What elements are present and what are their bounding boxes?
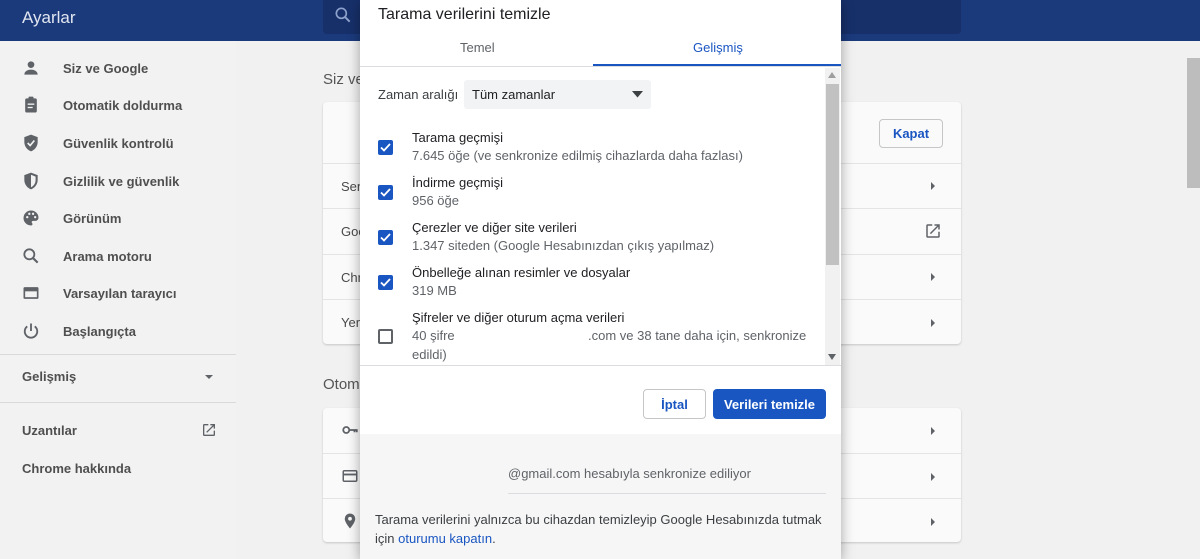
sidebar-advanced-toggle[interactable]: Gelişmiş — [22, 369, 76, 384]
footer-note: Tarama verilerini yalnızca bu cihazdan t… — [375, 510, 830, 548]
sidebar-item-label: Siz ve Google — [63, 60, 149, 76]
sidebar: Siz ve Google Otomatik doldurma Güvenlik… — [0, 41, 236, 559]
credit-card-icon — [342, 470, 358, 482]
checkbox-download-history[interactable] — [378, 185, 393, 200]
time-range-select[interactable]: Tüm zamanlar — [464, 80, 651, 109]
checkmark-icon — [380, 278, 391, 287]
option-subtitle: 319 MB — [412, 283, 457, 298]
open-in-new-icon[interactable] — [924, 222, 942, 240]
sidebar-item-appearance[interactable]: Görünüm — [0, 202, 236, 234]
sidebar-item-label: Varsayılan tarayıcı — [63, 285, 177, 301]
sidebar-item-label: Başlangıçta — [63, 323, 136, 339]
person-icon — [24, 61, 38, 75]
arrow-right-icon[interactable] — [929, 517, 937, 527]
checkbox-cached-files[interactable] — [378, 275, 393, 290]
power-icon — [23, 323, 39, 339]
sign-out-link[interactable]: oturumu kapatın — [398, 531, 492, 546]
dialog-footer: @gmail.com hesabıyla senkronize ediliyor… — [360, 434, 841, 559]
option-subtitle: .com ve 38 tane daha için, senkronize — [588, 328, 807, 343]
sidebar-item-extensions[interactable]: Uzantılar — [22, 423, 77, 438]
browser-icon — [23, 287, 39, 299]
cancel-button[interactable]: İptal — [643, 389, 706, 419]
option-subtitle: 40 şifre — [412, 328, 455, 343]
sidebar-item-you-and-google[interactable]: Siz ve Google — [0, 52, 236, 84]
clipboard-icon — [25, 96, 37, 113]
sidebar-item-on-startup[interactable]: Başlangıçta — [0, 315, 236, 347]
sidebar-item-label: Gizlilik ve güvenlik — [63, 173, 180, 189]
sign-out-button[interactable]: Kapat — [879, 119, 943, 148]
key-icon — [342, 426, 358, 434]
dialog-title: Tarama verilerini temizle — [378, 6, 551, 23]
time-range-value: Tüm zamanlar — [472, 87, 556, 102]
search-icon — [23, 248, 39, 264]
option-title: Şifreler ve diğer oturum açma verileri — [412, 310, 625, 325]
tab-divider — [360, 66, 841, 67]
sidebar-item-autofill[interactable]: Otomatik doldurma — [0, 89, 236, 121]
footer-note-end: . — [492, 531, 496, 546]
section-title-you-and-google: Siz ve — [323, 71, 364, 88]
sidebar-divider — [0, 354, 236, 355]
scroll-up-arrow-icon[interactable] — [828, 72, 836, 78]
sync-status-text: @gmail.com hesabıyla senkronize ediliyor — [508, 466, 751, 481]
option-subtitle: 956 öğe — [412, 193, 459, 208]
settings-row-label[interactable]: Chr — [341, 270, 362, 285]
sidebar-divider — [0, 402, 236, 403]
option-title: Önbelleğe alınan resimler ve dosyalar — [412, 265, 631, 280]
location-pin-icon — [344, 513, 356, 529]
page-scrollbar-thumb[interactable] — [1187, 58, 1200, 188]
app-title: Ayarlar — [22, 8, 76, 27]
clear-data-button[interactable]: Verileri temizle — [713, 389, 826, 419]
chevron-down-icon[interactable] — [204, 372, 214, 382]
palette-icon — [23, 210, 39, 226]
search-icon[interactable] — [333, 5, 353, 25]
shield-check-icon — [24, 134, 38, 152]
option-title: İndirme geçmişi — [412, 175, 504, 190]
arrow-right-icon[interactable] — [929, 318, 937, 328]
checkmark-icon — [380, 233, 391, 242]
checkbox-passwords[interactable] — [378, 329, 393, 344]
checkbox-browsing-history[interactable] — [378, 140, 393, 155]
scroll-down-arrow-icon[interactable] — [828, 354, 836, 360]
list-divider — [360, 365, 841, 366]
arrow-right-icon[interactable] — [929, 272, 937, 282]
sidebar-item-label: Otomatik doldurma — [63, 97, 183, 113]
sidebar-item-label: Görünüm — [63, 210, 122, 226]
tab-basic[interactable]: Temel — [460, 40, 495, 55]
sidebar-item-label: Güvenlik kontrolü — [63, 135, 174, 151]
footer-divider — [508, 493, 826, 494]
option-title: Tarama geçmişi — [412, 130, 504, 145]
arrow-right-icon[interactable] — [929, 472, 937, 482]
option-title: Çerezler ve diğer site verileri — [412, 220, 577, 235]
sidebar-item-search-engine[interactable]: Arama motoru — [0, 240, 236, 272]
sidebar-item-safety-check[interactable]: Güvenlik kontrolü — [0, 127, 236, 159]
checkbox-cookies[interactable] — [378, 230, 393, 245]
sidebar-item-privacy[interactable]: Gizlilik ve güvenlik — [0, 165, 236, 197]
sidebar-item-label: Arama motoru — [63, 248, 152, 264]
shield-icon — [24, 172, 38, 190]
option-subtitle: edildi) — [412, 347, 447, 362]
arrow-right-icon[interactable] — [929, 426, 937, 436]
tab-advanced[interactable]: Gelişmiş — [693, 40, 743, 55]
clear-browsing-data-dialog: Tarama verilerini temizle Temel Gelişmiş… — [360, 0, 841, 559]
open-in-new-icon[interactable] — [201, 422, 217, 438]
checkmark-icon — [380, 143, 391, 152]
sidebar-item-default-browser[interactable]: Varsayılan tarayıcı — [0, 277, 236, 309]
time-range-label: Zaman aralığı — [378, 87, 459, 102]
dropdown-arrow-icon — [632, 91, 643, 98]
sidebar-item-about-chrome[interactable]: Chrome hakkında — [22, 461, 131, 476]
settings-row-label[interactable]: Ser — [341, 179, 361, 194]
settings-row-label[interactable]: Yer — [341, 315, 360, 330]
option-subtitle: 7.645 öğe (ve senkronize edilmiş cihazla… — [412, 148, 743, 163]
arrow-right-icon[interactable] — [929, 181, 937, 191]
dialog-scrollbar-thumb[interactable] — [826, 84, 839, 265]
checkmark-icon — [380, 188, 391, 197]
option-subtitle: 1.347 siteden (Google Hesabınızdan çıkış… — [412, 238, 715, 253]
